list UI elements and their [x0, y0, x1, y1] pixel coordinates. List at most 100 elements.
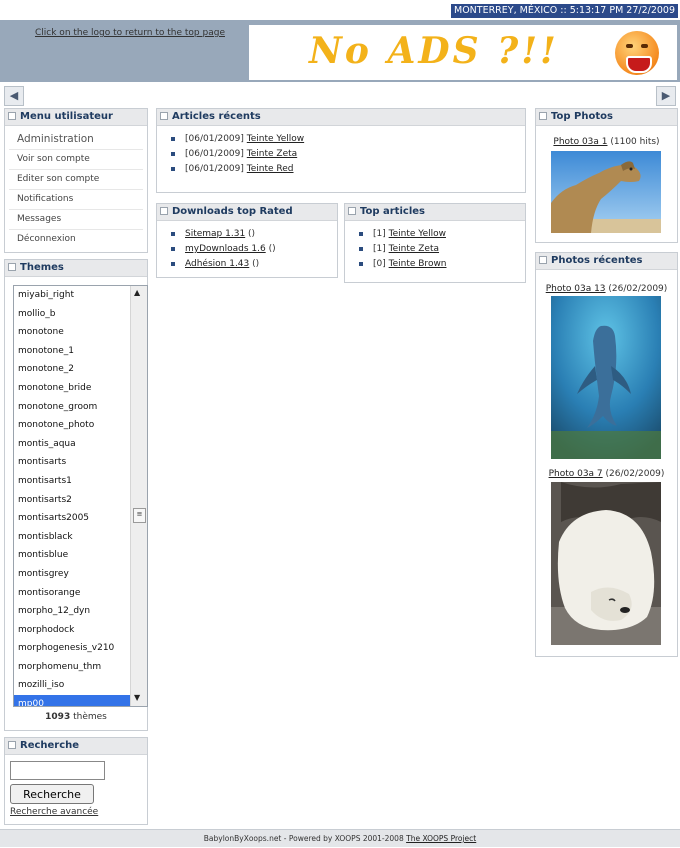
search-block: Recherche Recherche Recherche avancée: [4, 737, 148, 825]
shouting-smiley-icon: [615, 31, 659, 75]
theme-option[interactable]: morpho_12_dyn: [14, 602, 147, 621]
theme-option[interactable]: montisorange: [14, 584, 147, 603]
article-date: [06/01/2009]: [185, 164, 244, 174]
theme-option[interactable]: montisgrey: [14, 565, 147, 584]
downloads-title-text: Downloads top Rated: [172, 206, 293, 217]
recent-articles-list: [06/01/2009] Teinte Yellow [06/01/2009] …: [157, 126, 525, 177]
top-articles-title-text: Top articles: [360, 206, 425, 217]
article-link[interactable]: Teinte Yellow: [247, 134, 304, 144]
list-item: [0] Teinte Brown: [359, 257, 525, 272]
smiley-mouth: [626, 56, 652, 73]
article-link[interactable]: Teinte Yellow: [389, 229, 446, 239]
scroll-up-icon[interactable]: ▲: [134, 288, 140, 297]
menu-item-logout[interactable]: Déconnexion: [9, 230, 143, 249]
menu-item-edit-account[interactable]: Editer son compte: [9, 170, 143, 190]
block-square-icon: [539, 112, 547, 120]
themes-block: Themes miyabi_right mollio_b monotone monot…: [4, 259, 148, 731]
themes-title-text: Themes: [20, 262, 64, 273]
download-link[interactable]: myDownloads 1.6: [185, 244, 266, 254]
theme-option[interactable]: morphomenu_thm: [14, 658, 147, 677]
downloads-title: Downloads top Rated: [157, 204, 337, 221]
downloads-block: Downloads top Rated Sitemap 1.31 () myDo…: [156, 203, 338, 278]
menu-item-messages[interactable]: Messages: [9, 210, 143, 230]
article-date: [06/01/2009]: [185, 149, 244, 159]
theme-option[interactable]: monotone: [14, 323, 147, 342]
user-menu-list: Administration Voir son compte Editer so…: [5, 126, 147, 249]
bullet-icon: [171, 136, 175, 141]
smiley-eye-right: [641, 44, 648, 48]
theme-option[interactable]: montisblue: [14, 546, 147, 565]
article-link[interactable]: Teinte Red: [247, 164, 294, 174]
article-link[interactable]: Teinte Zeta: [247, 149, 297, 159]
menu-item-view-account[interactable]: Voir son compte: [9, 150, 143, 170]
list-item: [1] Teinte Zeta: [359, 242, 525, 257]
theme-option[interactable]: monotone_groom: [14, 398, 147, 417]
collapse-left-column-icon[interactable]: ◀: [4, 86, 24, 106]
theme-option[interactable]: montisarts: [14, 453, 147, 472]
menu-item-administration[interactable]: Administration: [9, 130, 143, 150]
bullet-icon: [171, 151, 175, 156]
recent-photos-title: Photos récentes: [536, 253, 677, 270]
top-articles-block: Top articles [1] Teinte Yellow [1] Teint…: [344, 203, 526, 283]
theme-select-list[interactable]: miyabi_right mollio_b monotone monotone_1 mo…: [13, 285, 148, 707]
theme-list-scrollbar[interactable]: ▲ ≡ ▼: [130, 286, 147, 706]
block-square-icon: [8, 263, 16, 271]
top-photos-title-text: Top Photos: [551, 111, 613, 122]
recent-photo-link[interactable]: Photo 03a 7: [549, 469, 603, 479]
list-item: Sitemap 1.31 (): [171, 227, 337, 242]
theme-option[interactable]: monotone_2: [14, 360, 147, 379]
scroll-down-icon[interactable]: ▼: [134, 693, 140, 702]
block-square-icon: [348, 207, 356, 215]
theme-option[interactable]: morphodock: [14, 621, 147, 640]
theme-option[interactable]: montisarts1: [14, 472, 147, 491]
nav-row: ◀ ▶: [0, 84, 680, 106]
recent-photo-link[interactable]: Photo 03a 13: [546, 284, 606, 294]
collapse-right-column-icon[interactable]: ▶: [656, 86, 676, 106]
article-link[interactable]: Teinte Zeta: [389, 244, 439, 254]
camel-photo[interactable]: [551, 151, 661, 233]
block-square-icon: [160, 207, 168, 215]
xoops-project-link[interactable]: The XOOPS Project: [406, 834, 476, 843]
top-photo-link[interactable]: Photo 03a 1: [553, 137, 607, 147]
bullet-icon: [171, 246, 175, 251]
theme-option[interactable]: morphogenesis_v210: [14, 639, 147, 658]
theme-option[interactable]: montisblack: [14, 528, 147, 547]
theme-option[interactable]: montis_aqua: [14, 435, 147, 454]
top-photos-block: Top Photos Photo 03a 1 (1100 hits): [535, 108, 678, 243]
theme-option[interactable]: miyabi_right: [14, 286, 147, 305]
list-item: [06/01/2009] Teinte Yellow: [171, 132, 525, 147]
footer-text: BabylonByXoops.net - Powered by XOOPS 20…: [203, 834, 407, 843]
block-square-icon: [8, 112, 16, 120]
article-rank: [1]: [373, 229, 386, 239]
datetime-display: MONTERREY, MÉXICO :: 5:13:17 PM 27/2/200…: [451, 4, 678, 18]
polar-bear-photo[interactable]: [551, 482, 661, 645]
theme-option[interactable]: monotone_1: [14, 342, 147, 361]
theme-option[interactable]: mp00: [14, 695, 147, 706]
footer: BabylonByXoops.net - Powered by XOOPS 20…: [0, 829, 680, 847]
advanced-search-link[interactable]: Recherche avancée: [10, 807, 98, 817]
logo-hint-text: Click on the logo to return to the top p…: [35, 28, 225, 38]
menu-item-notifications[interactable]: Notifications: [9, 190, 143, 210]
theme-option[interactable]: mozilli_iso: [14, 676, 147, 695]
bullet-icon: [171, 166, 175, 171]
article-link[interactable]: Teinte Brown: [389, 259, 447, 269]
download-link[interactable]: Sitemap 1.31: [185, 229, 245, 239]
themes-title: Themes: [5, 260, 147, 277]
search-input[interactable]: [10, 761, 105, 780]
banner-logo[interactable]: No ADS ?!!: [249, 25, 677, 80]
recent-photo-date: (26/02/2009): [602, 469, 665, 479]
bullet-icon: [359, 246, 363, 251]
search-button[interactable]: Recherche: [10, 784, 94, 804]
theme-option[interactable]: montisarts2: [14, 491, 147, 510]
download-link[interactable]: Adhésion 1.43: [185, 259, 249, 269]
theme-option[interactable]: mollio_b: [14, 305, 147, 324]
top-articles-list: [1] Teinte Yellow [1] Teinte Zeta [0] Te…: [345, 221, 525, 272]
recent-photo-date: (26/02/2009): [605, 284, 668, 294]
theme-option[interactable]: monotone_bride: [14, 379, 147, 398]
dolphin-photo[interactable]: [551, 296, 661, 459]
theme-option[interactable]: montisarts2005: [14, 509, 147, 528]
scroll-thumb[interactable]: ≡: [133, 508, 146, 523]
theme-option[interactable]: monotone_photo: [14, 416, 147, 435]
article-date: [06/01/2009]: [185, 134, 244, 144]
top-photo-hits: (1100 hits): [607, 137, 660, 147]
